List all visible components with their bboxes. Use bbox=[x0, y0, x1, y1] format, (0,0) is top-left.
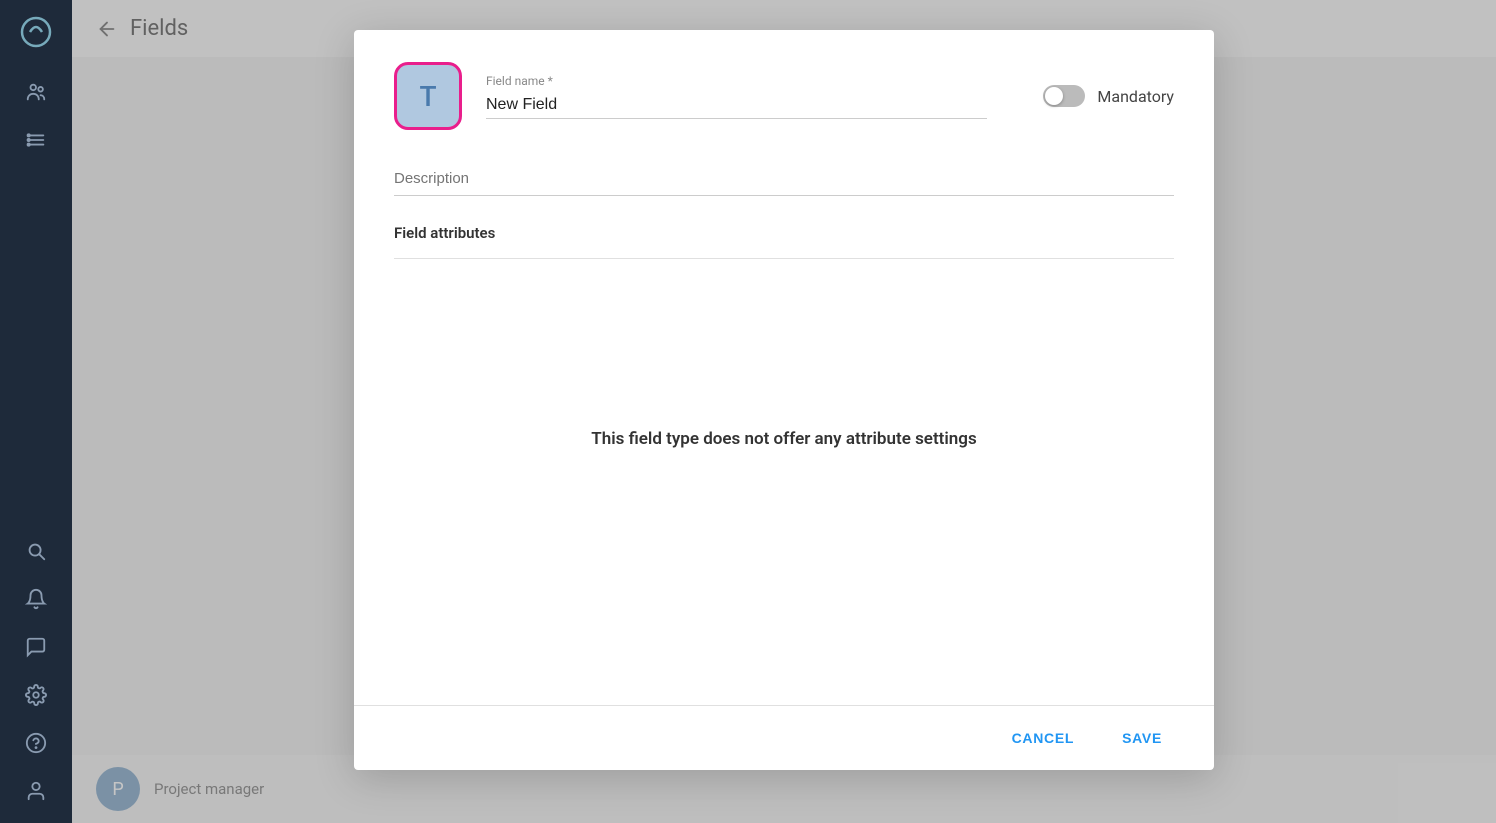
field-attributes-label: Field attributes bbox=[394, 224, 1174, 242]
field-name-area: Field name * bbox=[486, 74, 987, 119]
field-attributes-content: This field type does not offer any attri… bbox=[394, 259, 1174, 619]
mandatory-label: Mandatory bbox=[1097, 87, 1174, 106]
no-attributes-message: This field type does not offer any attri… bbox=[591, 429, 976, 449]
field-name-input[interactable] bbox=[486, 92, 987, 119]
save-button[interactable]: SAVE bbox=[1110, 722, 1174, 754]
field-name-label: Field name * bbox=[486, 74, 987, 88]
profile-icon[interactable] bbox=[16, 771, 56, 811]
help-icon[interactable] bbox=[16, 723, 56, 763]
mandatory-area: Mandatory bbox=[1043, 85, 1174, 107]
toggle-knob bbox=[1045, 87, 1063, 105]
bell-icon[interactable] bbox=[16, 579, 56, 619]
sidebar bbox=[0, 0, 72, 823]
mandatory-toggle[interactable] bbox=[1043, 85, 1085, 107]
field-type-button[interactable]: T bbox=[394, 62, 462, 130]
field-header-row: T Field name * Mandatory bbox=[394, 62, 1174, 130]
users-icon[interactable] bbox=[16, 72, 56, 112]
description-input[interactable] bbox=[394, 162, 1174, 196]
chat-icon[interactable] bbox=[16, 627, 56, 667]
sidebar-nav-top bbox=[16, 72, 56, 531]
main-area: Fields P Project manager T Field name * bbox=[72, 0, 1496, 823]
settings-icon[interactable] bbox=[16, 675, 56, 715]
list-icon[interactable] bbox=[16, 120, 56, 160]
search-icon[interactable] bbox=[16, 531, 56, 571]
sidebar-nav-bottom bbox=[16, 531, 56, 811]
cancel-button[interactable]: CANCEL bbox=[1000, 722, 1087, 754]
modal-overlay: T Field name * Mandatory bbox=[72, 0, 1496, 823]
field-type-letter: T bbox=[419, 80, 436, 113]
dialog: T Field name * Mandatory bbox=[354, 30, 1214, 770]
dialog-footer: CANCEL SAVE bbox=[354, 705, 1214, 770]
app-logo[interactable] bbox=[16, 12, 56, 52]
dialog-body: T Field name * Mandatory bbox=[354, 30, 1214, 705]
